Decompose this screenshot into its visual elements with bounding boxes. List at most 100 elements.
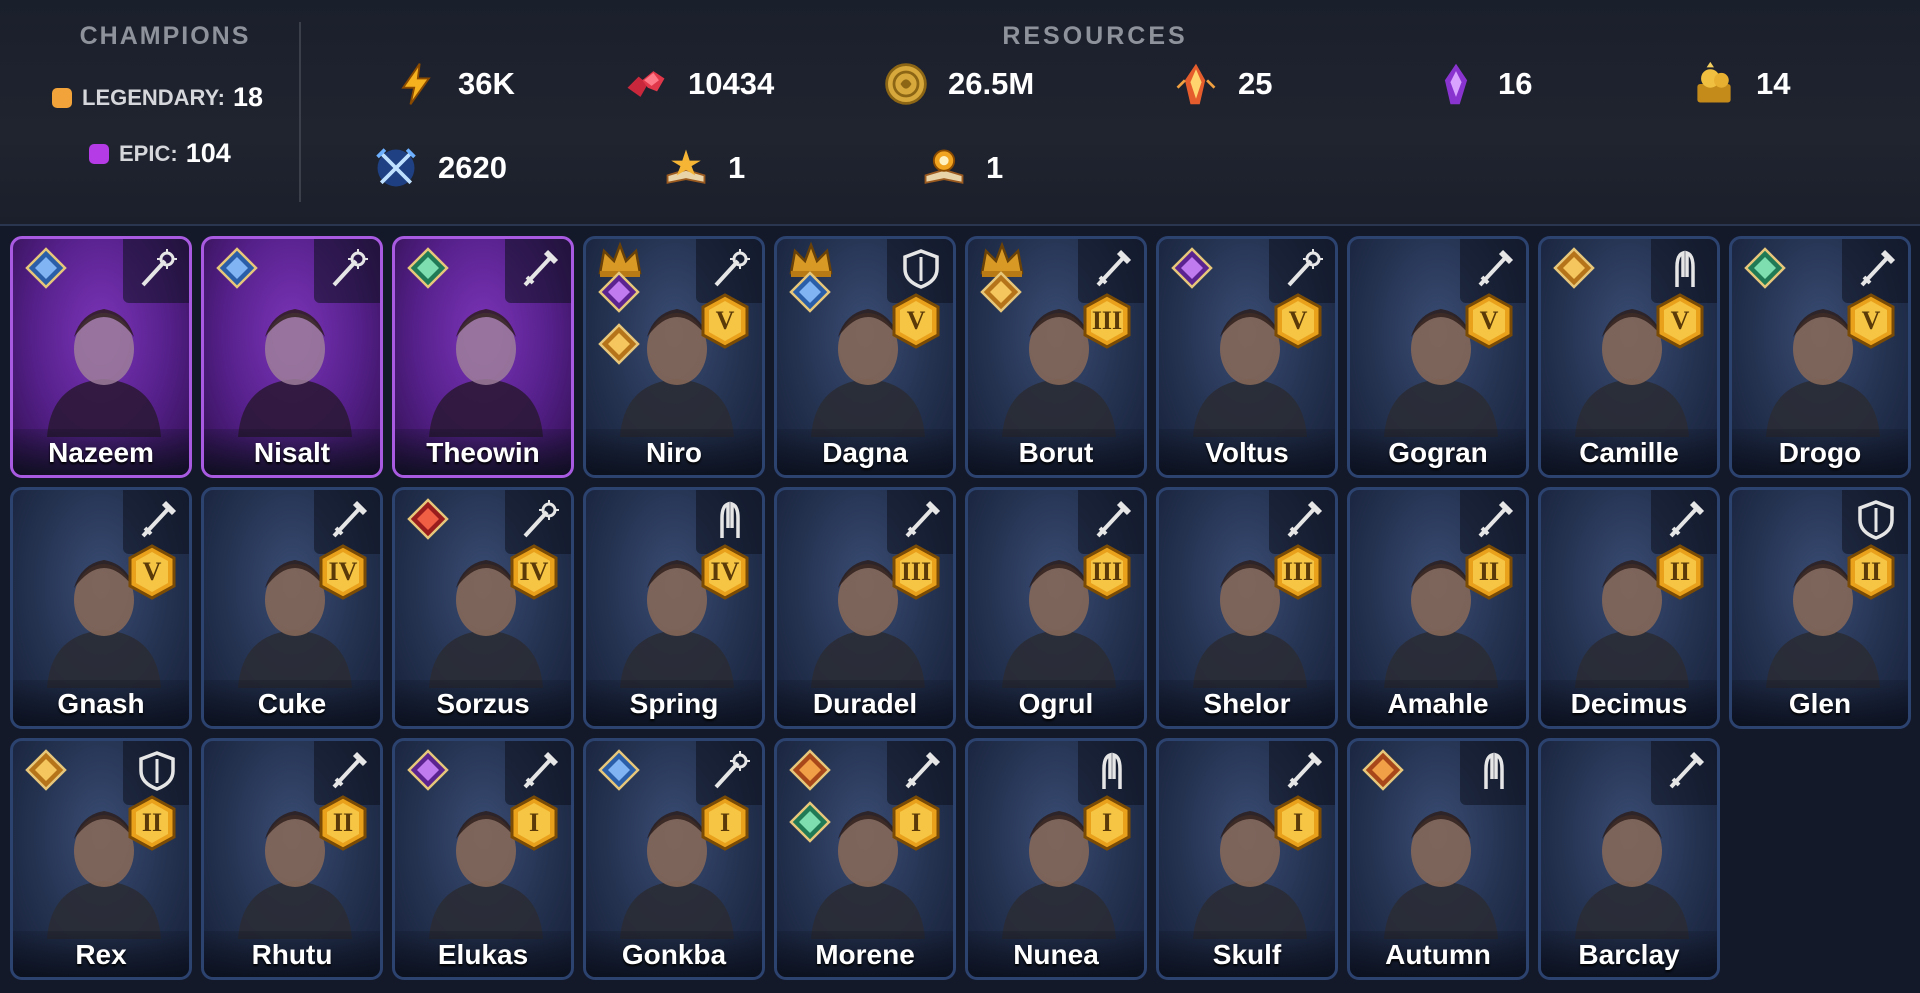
resource-value: 36K	[458, 66, 515, 101]
attack-role-icon	[899, 498, 943, 542]
champion-card-spring[interactable]: IV Spring	[583, 487, 765, 729]
champion-card-ogrul[interactable]: III Ogrul	[965, 487, 1147, 729]
resource-value: 2620	[438, 150, 507, 185]
champion-card-glen[interactable]: II Glen	[1729, 487, 1911, 729]
attack-role-icon	[517, 749, 561, 793]
fire-affinity-icon	[789, 749, 831, 791]
champion-grid: Nazeem Nisalt Theowin V Niro V Dagna III Borut V V…	[10, 236, 1920, 986]
rank-label: I	[1292, 808, 1304, 837]
legendary-label: LEGENDARY:	[82, 84, 225, 110]
champion-card-rhutu[interactable]: II Rhutu	[201, 738, 383, 980]
champion-card-rex[interactable]: II Rex	[10, 738, 192, 980]
attack-role-icon	[1472, 498, 1516, 542]
force-affinity-icon	[407, 247, 449, 289]
rank-label: II	[1478, 557, 1500, 586]
defense-role-icon	[135, 749, 179, 793]
champion-name: Glen	[1788, 688, 1852, 719]
attack-role-icon	[1663, 498, 1707, 542]
spirit-affinity-icon	[1553, 247, 1595, 289]
defense-role-icon	[899, 247, 943, 291]
support-role-icon	[326, 247, 370, 291]
rank-label: V	[906, 306, 926, 335]
champion-name: Rhutu	[251, 939, 333, 970]
champion-portrait	[232, 287, 358, 437]
champion-portrait	[1569, 789, 1695, 939]
support-role-icon	[517, 498, 561, 542]
champion-card-skulf[interactable]: I Skulf	[1156, 738, 1338, 980]
champion-card-amahle[interactable]: II Amahle	[1347, 487, 1529, 729]
magic-affinity-icon	[216, 247, 258, 289]
champion-portrait	[41, 287, 167, 437]
champion-name: Rex	[75, 939, 127, 970]
champion-card-decimus[interactable]: II Decimus	[1538, 487, 1720, 729]
resource-value: 10434	[688, 66, 775, 101]
arena-tokens-icon	[370, 142, 422, 194]
champion-name: Morene	[815, 939, 915, 970]
champion-card-sorzus[interactable]: IV Sorzus	[392, 487, 574, 729]
champion-count-panel: CHAMPIONS LEGENDARY: 18 EPIC: 104	[0, 0, 300, 224]
silver-coin-icon	[880, 58, 932, 110]
champion-card-borut[interactable]: III Borut	[965, 236, 1147, 478]
spirit-affinity-icon	[25, 749, 67, 791]
attack-role-icon	[1281, 749, 1325, 793]
hp-role-icon	[1472, 749, 1516, 793]
champion-card-nunea[interactable]: I Nunea	[965, 738, 1147, 980]
force-affinity-icon	[789, 801, 831, 843]
champion-card-camille[interactable]: V Camille	[1538, 236, 1720, 478]
champion-name: Spring	[629, 688, 719, 719]
rank-label: III	[1091, 306, 1123, 335]
rank-label: IV	[328, 557, 358, 586]
legendary-count-row: LEGENDARY: 18	[52, 82, 263, 113]
resource-arena-tokens: 2620	[370, 140, 507, 196]
resource-energy: 36K	[390, 56, 515, 112]
champion-name: Elukas	[437, 939, 529, 970]
champion-card-gogran[interactable]: V Gogran	[1347, 236, 1529, 478]
rank-label: IV	[519, 557, 549, 586]
void-affinity-icon	[407, 749, 449, 791]
champion-card-duradel[interactable]: III Duradel	[774, 487, 956, 729]
void-affinity-icon	[1171, 247, 1213, 289]
champion-card-autumn[interactable]: Autumn	[1347, 738, 1529, 980]
champion-card-shelor[interactable]: III Shelor	[1156, 487, 1338, 729]
attack-role-icon	[899, 749, 943, 793]
resource-gold-chicken: 14	[1688, 56, 1790, 112]
champion-card-gonkba[interactable]: I Gonkba	[583, 738, 765, 980]
resource-value: 14	[1756, 66, 1791, 101]
attack-role-icon	[1090, 498, 1134, 542]
resource-rubies: 10434	[620, 56, 774, 112]
champions-title: CHAMPIONS	[79, 22, 251, 50]
champion-card-voltus[interactable]: V Voltus	[1156, 236, 1338, 478]
champion-card-niro[interactable]: V Niro	[583, 236, 765, 478]
champion-card-nisalt[interactable]: Nisalt	[201, 236, 383, 478]
attack-role-icon	[517, 247, 561, 291]
champion-name: Theowin	[426, 437, 540, 468]
champion-card-gnash[interactable]: V Gnash	[10, 487, 192, 729]
header-bar: CHAMPIONS LEGENDARY: 18 EPIC: 104 RESOUR…	[0, 0, 1920, 226]
resource-value: 26.5M	[948, 66, 1035, 101]
rank-label: II	[141, 808, 163, 837]
champion-card-barclay[interactable]: Barclay	[1538, 738, 1720, 980]
void-affinity-icon	[598, 271, 640, 313]
champion-name: Shelor	[1203, 688, 1291, 719]
champion-card-nazeem[interactable]: Nazeem	[10, 236, 192, 478]
champion-card-dagna[interactable]: V Dagna	[774, 236, 956, 478]
champion-card-elukas[interactable]: I Elukas	[392, 738, 574, 980]
champion-card-cuke[interactable]: IV Cuke	[201, 487, 383, 729]
champion-card-morene[interactable]: I Morene	[774, 738, 956, 980]
magic-affinity-icon	[789, 271, 831, 313]
legendary-count: 18	[233, 82, 264, 112]
champion-name: Niro	[646, 437, 702, 468]
champion-card-theowin[interactable]: Theowin	[392, 236, 574, 478]
champion-name: Gonkba	[621, 939, 727, 970]
rank-label: II	[1860, 557, 1882, 586]
rank-label: V	[1288, 306, 1308, 335]
epic-count-row: EPIC: 104	[89, 138, 231, 169]
champion-name: Duradel	[812, 688, 918, 719]
rank-label: III	[1282, 557, 1314, 586]
champion-card-drogo[interactable]: V Drogo	[1729, 236, 1911, 478]
support-role-icon	[1281, 247, 1325, 291]
attack-role-icon	[1854, 247, 1898, 291]
champion-name: Decimus	[1570, 688, 1688, 719]
champion-name: Borut	[1018, 437, 1094, 468]
magic-affinity-icon	[25, 247, 67, 289]
